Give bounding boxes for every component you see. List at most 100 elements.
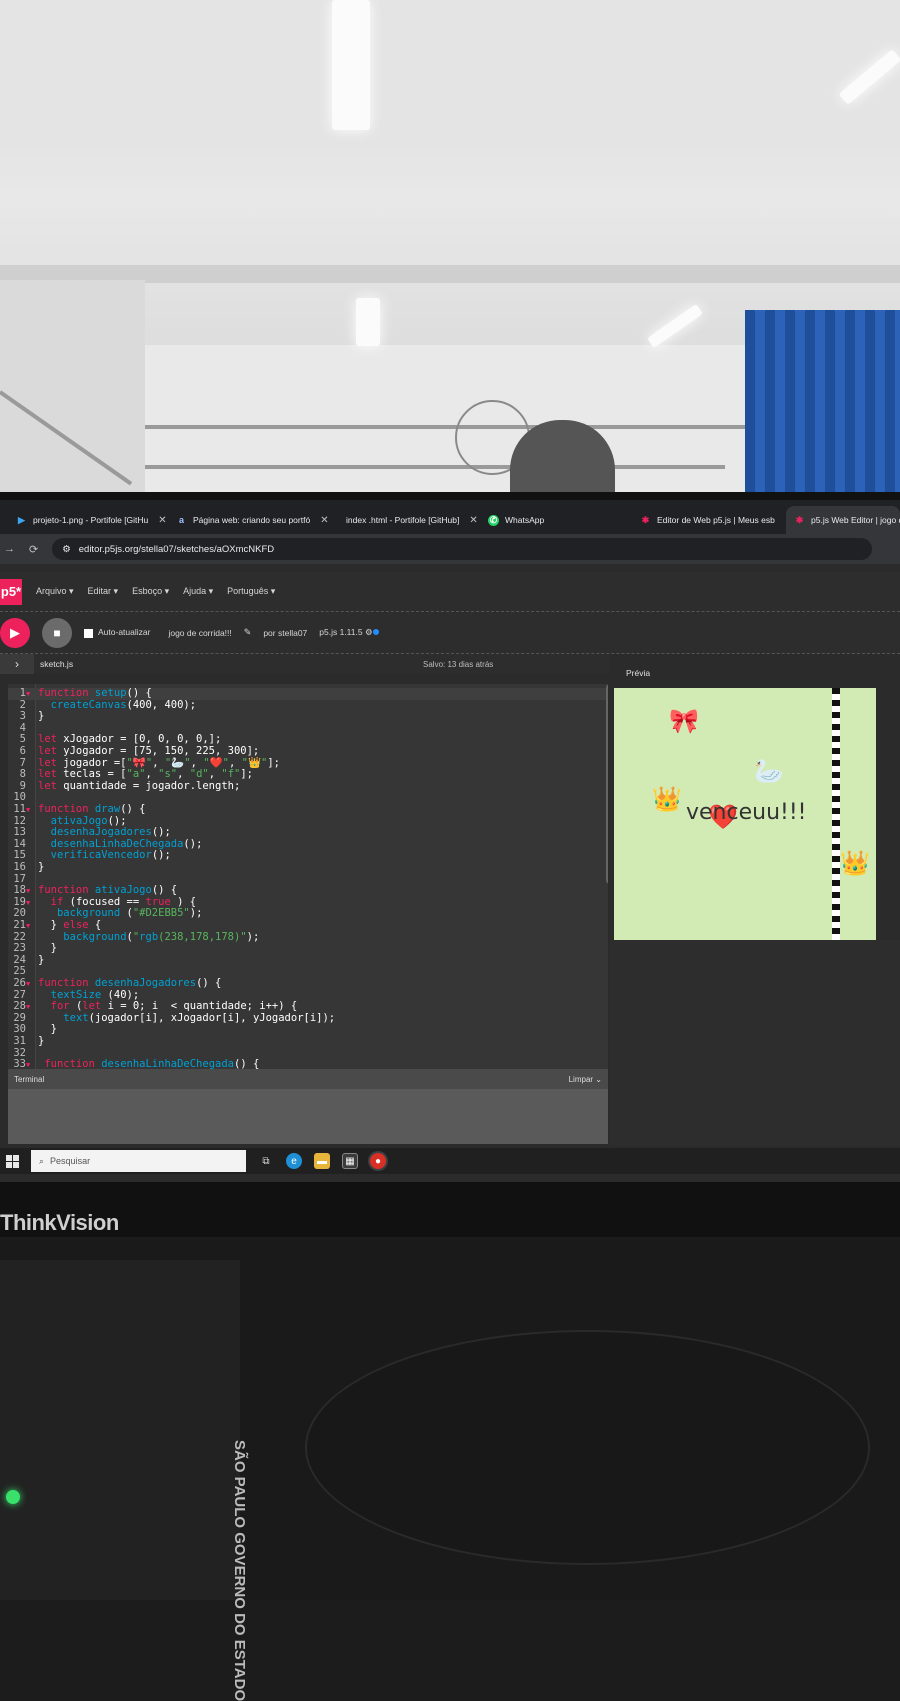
url-input[interactable]: ⚙ editor.p5js.org/stella07/sketches/aOXm… bbox=[52, 538, 873, 560]
close-icon[interactable]: ✕ bbox=[158, 515, 166, 526]
menu-item-language[interactable]: Português ▾ bbox=[227, 586, 275, 597]
taskbar-search[interactable]: ⌕ Pesquisar bbox=[31, 1150, 246, 1172]
window-curtain bbox=[745, 310, 900, 500]
close-icon[interactable]: ✕ bbox=[320, 515, 328, 526]
code-text: text(jogador[i], xJogador[i], yJogador[i… bbox=[63, 1011, 336, 1024]
browser-tabstrip: ▶ projeto-1.png - Portifole [GitHu ✕ a P… bbox=[0, 500, 900, 534]
file-tab-sketch[interactable]: sketch.js bbox=[40, 659, 73, 669]
code-line[interactable]: 29 text(jogador[i], xJogador[i], yJogado… bbox=[8, 1011, 608, 1025]
reload-icon[interactable]: ⟳ bbox=[29, 543, 38, 556]
code-text: function draw() { bbox=[38, 803, 146, 815]
code-text: } bbox=[38, 942, 57, 955]
ceiling-lamp bbox=[646, 303, 704, 349]
code-line[interactable]: 3} bbox=[8, 710, 608, 723]
code-text: background ("#D2EBB5"); bbox=[56, 907, 203, 920]
checkbox[interactable] bbox=[84, 628, 93, 638]
p5-version[interactable]: p5.js 1.11.5 ⚙ bbox=[319, 627, 379, 638]
code-text: } bbox=[38, 1035, 45, 1047]
code-text: let yJogador = [75, 150, 225, 300]; bbox=[38, 745, 260, 757]
store-icon[interactable]: ▦ bbox=[342, 1153, 358, 1169]
chevron-right-icon[interactable]: › bbox=[0, 654, 34, 674]
forward-icon[interactable]: → bbox=[4, 543, 15, 555]
code-text: let quantidade = jogador.length; bbox=[38, 779, 241, 792]
line-number: 11 bbox=[13, 803, 26, 815]
line-number: 21 bbox=[13, 919, 26, 931]
code-line[interactable]: 9 let quantidade = jogador.length; bbox=[8, 779, 608, 793]
code-line[interactable]: 31} bbox=[8, 1035, 608, 1048]
sketch-canvas[interactable]: 🎀 🦢 ❤️ 👑 venceuu!!! 👑 bbox=[614, 688, 876, 940]
play-button[interactable]: ▶ bbox=[0, 617, 30, 648]
room-background bbox=[0, 0, 900, 500]
ceiling-lamp bbox=[332, 0, 370, 130]
code-text: textSize (40); bbox=[50, 988, 140, 1001]
government-sticker: SÃO PAULO GOVERNO DO ESTADO bbox=[231, 1440, 248, 1701]
code-text: function desenhaLinhaDeChegada() { bbox=[44, 1058, 260, 1069]
code-line[interactable]: 15 verificaVencedor(); bbox=[8, 850, 608, 862]
clear-button[interactable]: Limpar ⌄ bbox=[569, 1075, 602, 1084]
code-text: verificaVencedor(); bbox=[50, 849, 171, 862]
page-icon: a bbox=[178, 515, 184, 525]
terminal-header: Terminal Limpar ⌄ bbox=[8, 1069, 608, 1089]
code-text: } bbox=[38, 953, 45, 966]
site-info-icon[interactable]: ⚙ bbox=[62, 544, 71, 555]
sketch-name[interactable]: jogo de corrida!!! bbox=[168, 628, 231, 638]
browser-tab-active[interactable]: ✱ p5.js Web Editor | jogo de bbox=[786, 506, 900, 534]
tab-label: Editor de Web p5.js | Meus esb bbox=[657, 515, 775, 525]
stop-button[interactable]: ■ bbox=[42, 617, 72, 648]
menu-item-esboco[interactable]: Esboço ▾ bbox=[132, 586, 169, 597]
chevron-down-icon[interactable]: ⌄ bbox=[595, 1075, 602, 1084]
code-text: desenhaJogadores(); bbox=[50, 826, 171, 839]
pencil-icon[interactable]: ✎ bbox=[244, 627, 252, 638]
version-label: p5.js 1.11.5 bbox=[319, 627, 363, 637]
line-number: 6 bbox=[19, 745, 26, 757]
windows-start-icon[interactable] bbox=[6, 1154, 19, 1168]
code-line[interactable]: 2 createCanvas(400, 400); bbox=[8, 699, 608, 712]
task-view-icon[interactable]: ⧉ bbox=[258, 1153, 274, 1169]
fold-arrow-icon[interactable]: ▼ bbox=[26, 1060, 34, 1069]
menu-item-editar[interactable]: Editar ▾ bbox=[88, 586, 119, 597]
terminal-label: Terminal bbox=[14, 1074, 45, 1084]
code-line[interactable]: 23 } bbox=[8, 942, 608, 955]
whatsapp-icon: ✆ bbox=[488, 514, 499, 526]
wall-pipe bbox=[145, 465, 725, 469]
left-wall bbox=[0, 280, 145, 500]
code-text: let teclas = ["a", "s", "d", "f"]; bbox=[38, 768, 254, 781]
browser-tab[interactable]: a Página web: criando seu portfó ✕ bbox=[168, 506, 328, 534]
editor-scrollbar[interactable] bbox=[606, 684, 608, 884]
winner-text: venceuu!!! bbox=[686, 800, 807, 825]
code-editor[interactable]: 1 ▼ function setup() {2 createCanvas(400, … bbox=[8, 684, 608, 1069]
code-line[interactable]: 16} bbox=[8, 861, 608, 874]
browser-tab[interactable]: ✆ WhatsApp bbox=[480, 506, 630, 534]
preview-panel bbox=[610, 940, 900, 1145]
gear-icon[interactable]: ⚙ bbox=[365, 627, 373, 637]
p5-star-icon: ✱ bbox=[795, 514, 804, 525]
p5-logo[interactable]: p5* bbox=[0, 578, 22, 605]
code-line[interactable]: 22 background("rgb(238,178,178)"); bbox=[8, 931, 608, 944]
code-line[interactable]: 30 } bbox=[8, 1024, 608, 1036]
file-explorer-icon[interactable]: ▬ bbox=[314, 1153, 330, 1169]
finish-line bbox=[832, 688, 840, 940]
search-placeholder: Pesquisar bbox=[50, 1156, 91, 1166]
auto-update-toggle[interactable]: Auto-atualizar bbox=[84, 627, 150, 638]
code-line[interactable]: 33▼ function desenhaLinhaDeChegada() { bbox=[8, 1058, 608, 1069]
address-bar: → ⟳ ⚙ editor.p5js.org/stella07/sketches/… bbox=[0, 534, 900, 564]
menu-item-ajuda[interactable]: Ajuda ▾ bbox=[183, 586, 213, 597]
line-number: 16 bbox=[13, 861, 26, 873]
search-icon: ⌕ bbox=[39, 1155, 45, 1166]
code-line[interactable]: 6 let yJogador = [75, 150, 225, 300]; bbox=[8, 745, 608, 758]
close-icon[interactable]: ✕ bbox=[469, 515, 477, 526]
code-line[interactable]: 24} bbox=[8, 953, 608, 967]
browser-tab[interactable]: ▶ projeto-1.png - Portifole [GitHu ✕ bbox=[8, 506, 168, 534]
code-text: desenhaLinhaDeChegada(); bbox=[50, 837, 203, 850]
code-text: } bbox=[38, 1023, 57, 1036]
terminal-console[interactable] bbox=[8, 1089, 608, 1144]
edge-icon[interactable]: e bbox=[286, 1153, 302, 1169]
browser-tab[interactable]: ✱ Editor de Web p5.js | Meus esb ✕ bbox=[632, 506, 782, 534]
chrome-icon[interactable]: ● bbox=[370, 1153, 386, 1169]
menu-item-arquivo[interactable]: Arquivo ▾ bbox=[36, 586, 74, 597]
sketch-author[interactable]: por stella07 bbox=[263, 628, 307, 638]
browser-tab[interactable]: index .html - Portifole [GitHub] ✕ bbox=[338, 506, 478, 534]
player-crown-finish: 👑 bbox=[840, 850, 870, 877]
